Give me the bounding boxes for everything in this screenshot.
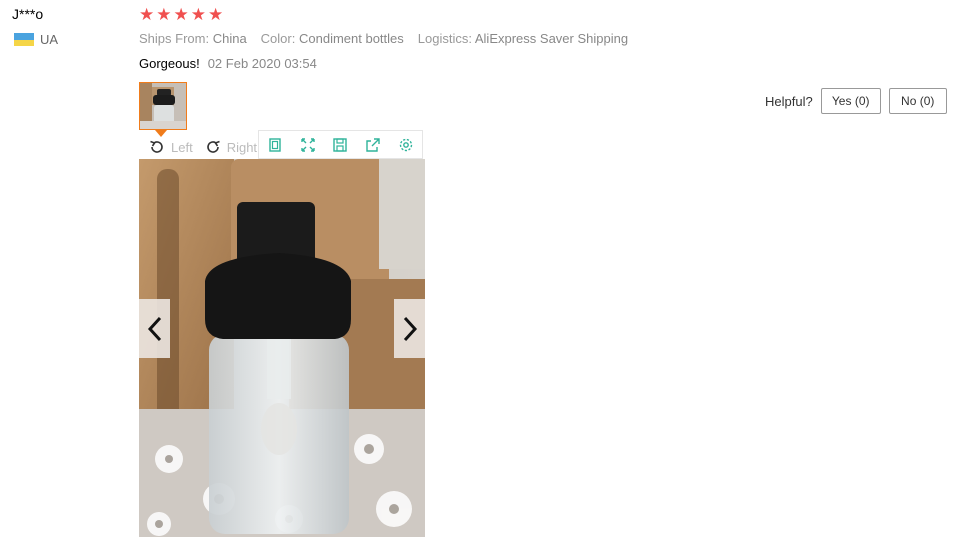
helpful-yes-button[interactable]: Yes (0) <box>820 88 881 114</box>
previous-photo-button[interactable] <box>139 299 170 358</box>
settings-icon[interactable] <box>397 136 415 154</box>
helpful-section: Helpful? Yes (0) No (0) <box>765 88 947 114</box>
order-info: Ships From: China Color: Condiment bottl… <box>139 31 628 46</box>
review-photo-thumbnail[interactable] <box>139 82 187 130</box>
ships-from-value: China <box>212 31 247 46</box>
color-value: Condiment bottles <box>298 31 404 46</box>
color-label: Color: <box>260 31 296 46</box>
reviewer-country: UA <box>14 32 58 47</box>
rotate-left-icon <box>150 140 163 153</box>
review-photo-large <box>139 159 425 537</box>
feedback-text: Gorgeous! <box>139 56 200 71</box>
helpful-label: Helpful? <box>765 93 813 109</box>
reviewer-name: J***o <box>12 6 44 22</box>
rating-stars: ★ ★ ★ ★ ★ <box>139 6 223 24</box>
save-icon[interactable] <box>331 136 349 154</box>
star-icon: ★ <box>190 5 206 24</box>
image-toolbar <box>258 130 423 159</box>
star-icon: ★ <box>173 5 189 24</box>
rotate-right-label: Right <box>226 139 258 155</box>
chevron-left-icon <box>147 316 161 341</box>
country-code: UA <box>40 32 59 47</box>
chevron-right-icon <box>403 316 417 341</box>
star-icon: ★ <box>208 5 224 24</box>
rotate-right-icon <box>206 140 220 153</box>
next-photo-button[interactable] <box>394 299 425 358</box>
rotate-controls: Left Right <box>149 139 257 155</box>
rotate-left-label: Left <box>171 139 193 155</box>
star-icon: ★ <box>139 5 155 24</box>
ukraine-flag-icon <box>14 33 34 46</box>
rotate-right-button[interactable]: Right <box>205 139 257 155</box>
share-icon[interactable] <box>364 136 382 154</box>
feedback-row: Gorgeous! 02 Feb 2020 03:54 <box>139 56 317 71</box>
thumbnail-pointer <box>155 130 167 137</box>
fullscreen-icon[interactable] <box>299 136 317 154</box>
rotate-left-button[interactable]: Left <box>149 139 193 155</box>
star-icon: ★ <box>156 5 172 24</box>
fit-icon[interactable] <box>266 136 284 154</box>
logistics-label: Logistics: <box>417 31 472 46</box>
logistics-value: AliExpress Saver Shipping <box>474 31 629 46</box>
feedback-date: 02 Feb 2020 03:54 <box>207 56 317 71</box>
helpful-no-button[interactable]: No (0) <box>888 88 947 114</box>
ships-from-label: Ships From: <box>139 31 210 46</box>
